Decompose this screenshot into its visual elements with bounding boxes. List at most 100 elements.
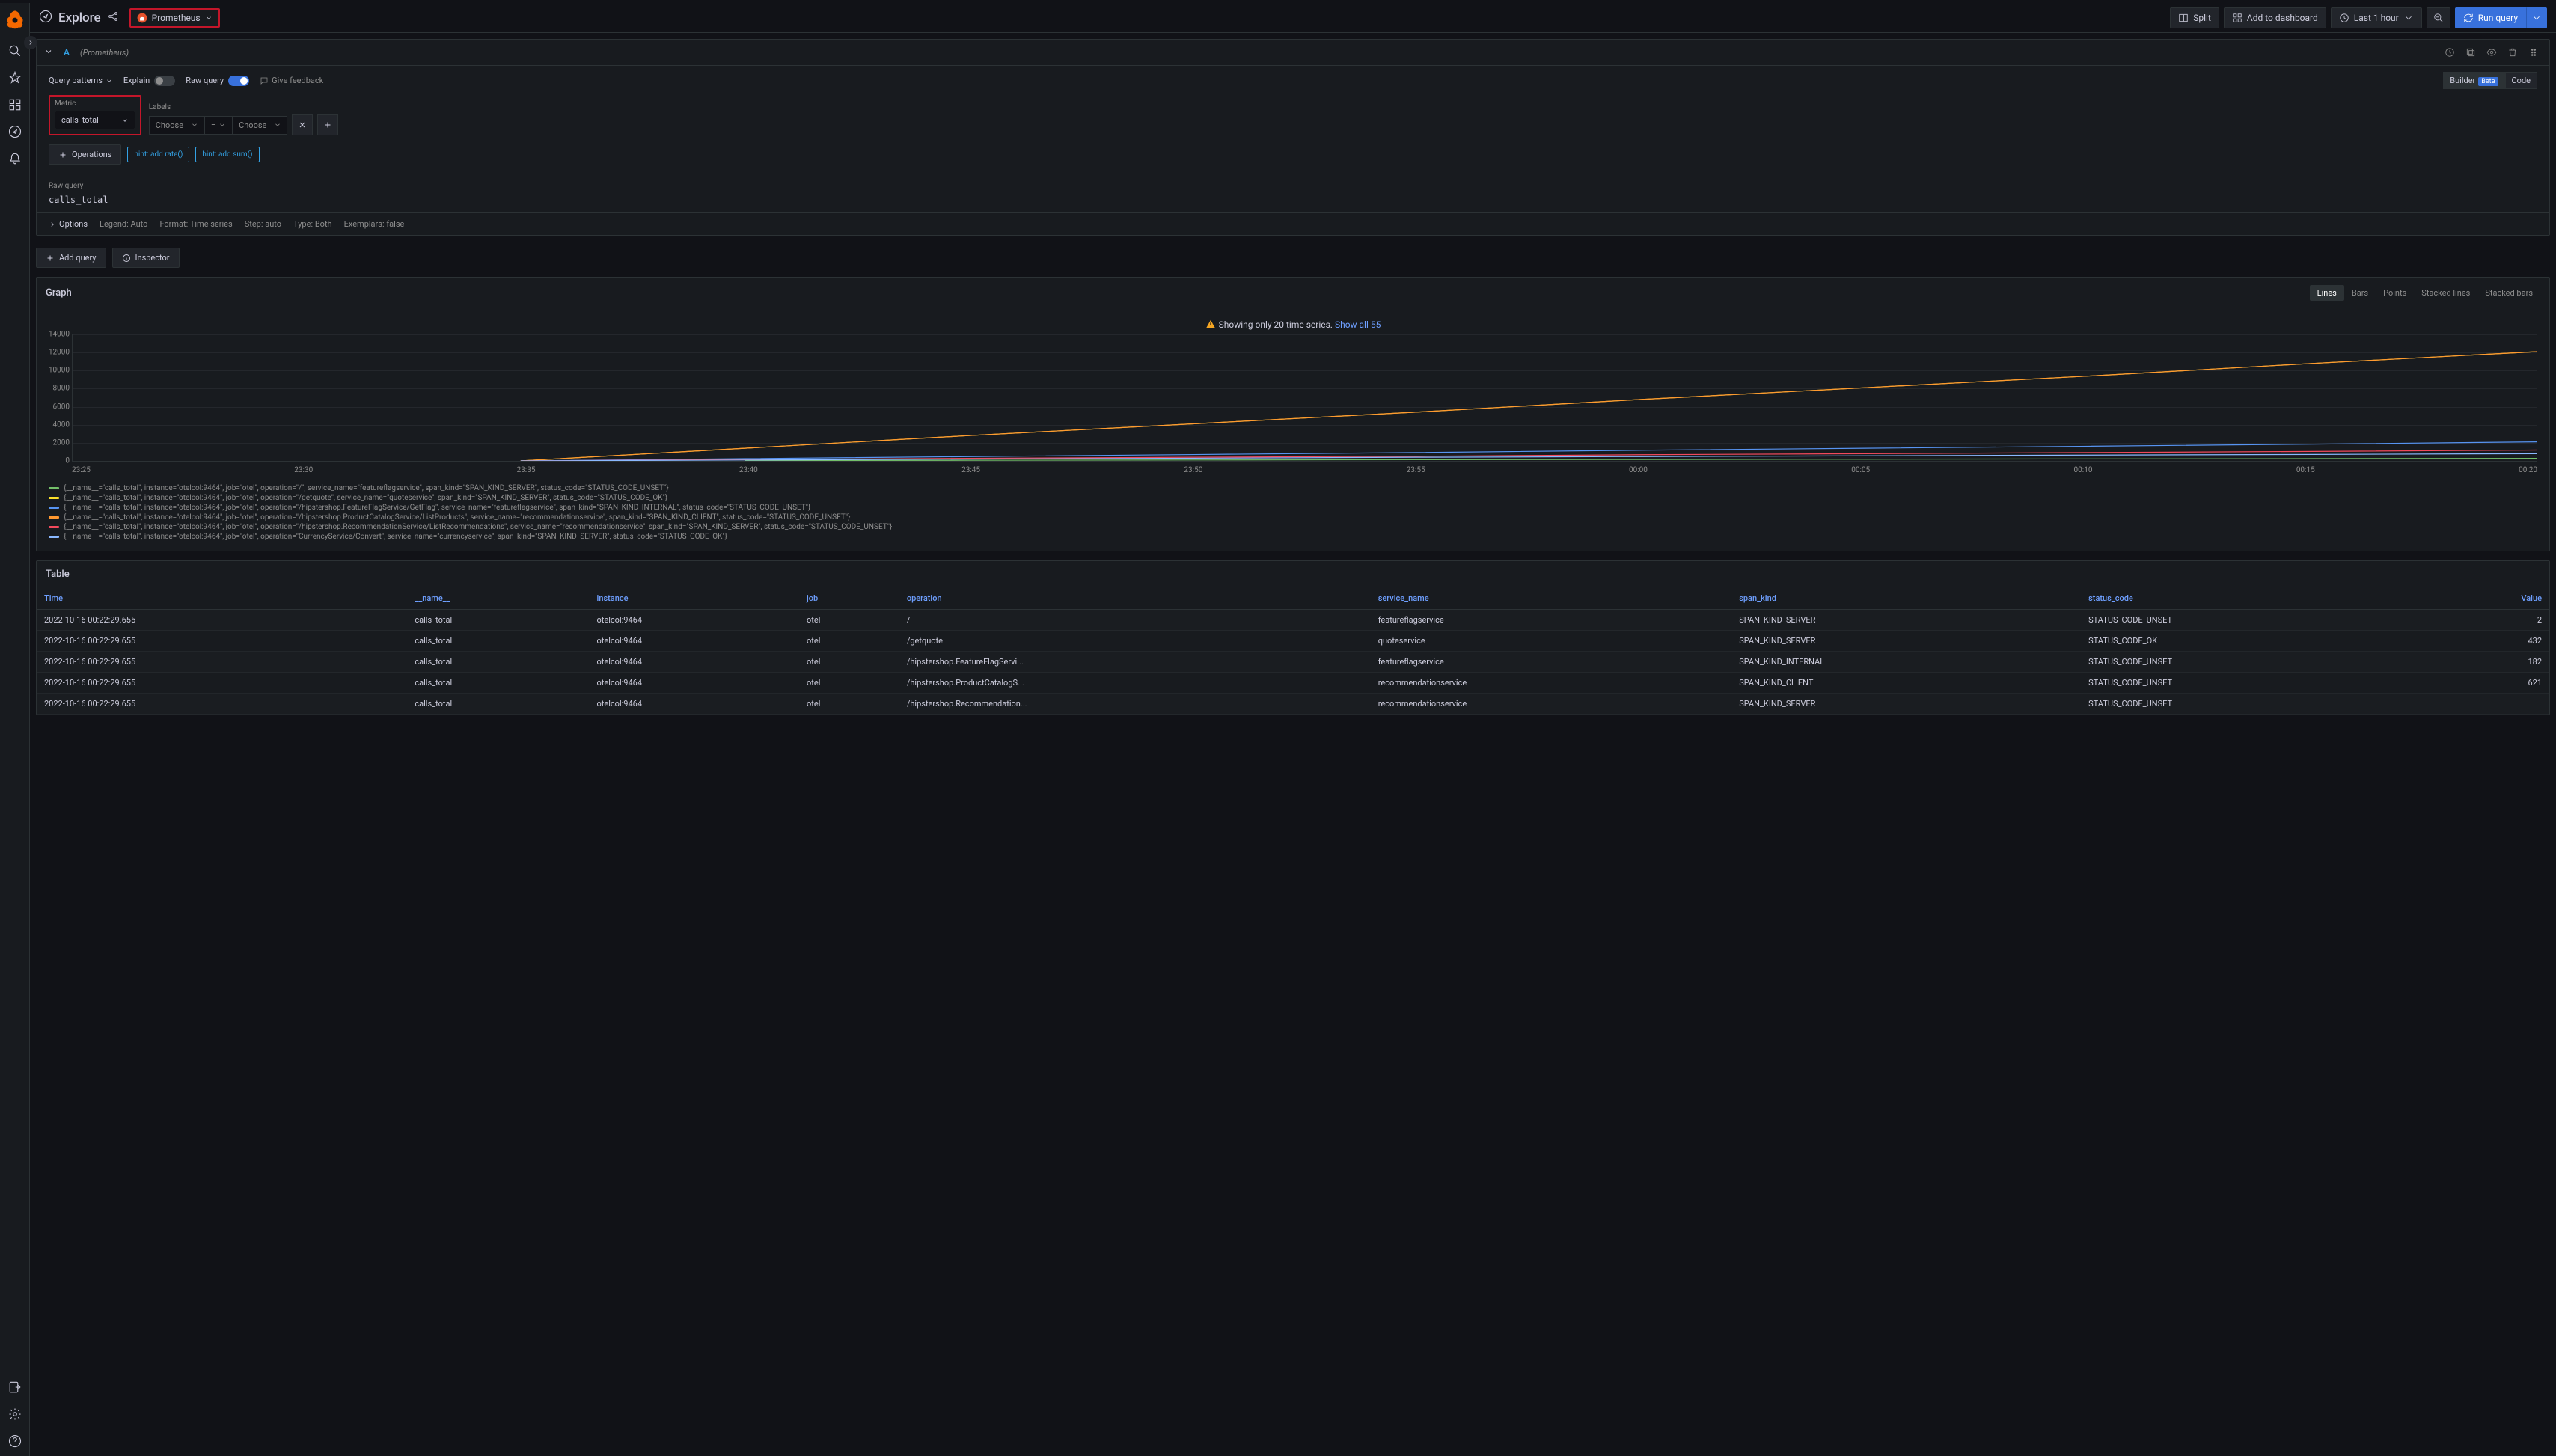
table-row[interactable]: 2022-10-16 00:22:29.655calls_totalotelco… <box>37 694 2549 715</box>
sidebar-search[interactable] <box>3 39 27 63</box>
table-title: Table <box>46 569 70 580</box>
table-cell: SPAN_KIND_SERVER <box>1731 694 2081 715</box>
table-cell: featureflagservice <box>1371 652 1731 673</box>
sidebar-starred[interactable] <box>3 66 27 90</box>
builder-mode-button[interactable]: BuilderBeta <box>2443 72 2504 89</box>
query-patterns-dropdown[interactable]: Query patterns <box>49 76 113 85</box>
legend-item[interactable]: {__name__="calls_total", instance="otelc… <box>49 513 2537 522</box>
table-cell: /hipstershop.Recommendation... <box>899 694 1371 715</box>
graph-mode-stacked-bars[interactable]: Stacked bars <box>2477 285 2540 301</box>
table-cell: otel <box>799 631 899 652</box>
sidebar-help[interactable] <box>3 1429 27 1453</box>
graph-mode-lines[interactable]: Lines <box>2310 285 2344 301</box>
run-query-button[interactable]: Run query <box>2455 7 2526 28</box>
table-row[interactable]: 2022-10-16 00:22:29.655calls_totalotelco… <box>37 673 2549 694</box>
give-feedback-link[interactable]: Give feedback <box>260 76 323 85</box>
label-name-select[interactable]: Choose <box>149 116 204 135</box>
table-header[interactable]: job <box>799 587 899 610</box>
table-cell: otelcol:9464 <box>590 610 800 631</box>
table-cell: SPAN_KIND_INTERNAL <box>1731 652 2081 673</box>
query-history-icon[interactable] <box>2442 44 2458 61</box>
label-add-button[interactable] <box>317 114 338 135</box>
table-header[interactable]: status_code <box>2081 587 2425 610</box>
sidebar-explore[interactable] <box>3 120 27 144</box>
x-tick: 00:15 <box>2296 466 2315 474</box>
add-to-dashboard-button[interactable]: Add to dashboard <box>2224 7 2326 28</box>
x-tick: 23:25 <box>72 466 91 474</box>
chevron-down-icon <box>106 77 113 85</box>
legend-item[interactable]: {__name__="calls_total", instance="otelc… <box>49 493 2537 503</box>
add-query-button[interactable]: Add query <box>36 248 106 268</box>
legend-item[interactable]: {__name__="calls_total", instance="otelc… <box>49 483 2537 493</box>
show-all-link[interactable]: Show all 55 <box>1335 319 1381 330</box>
table-row[interactable]: 2022-10-16 00:22:29.655calls_totalotelco… <box>37 631 2549 652</box>
raw-query-label: Raw query <box>186 76 224 85</box>
table-row[interactable]: 2022-10-16 00:22:29.655calls_totalotelco… <box>37 610 2549 631</box>
table-cell: otel <box>799 652 899 673</box>
hint-add-sum[interactable]: hint: add sum() <box>195 147 259 162</box>
legend-item[interactable]: {__name__="calls_total", instance="otelc… <box>49 522 2537 532</box>
x-tick: 00:10 <box>2074 466 2093 474</box>
graph-mode-stacked-lines[interactable]: Stacked lines <box>2414 285 2477 301</box>
graph-mode-points[interactable]: Points <box>2376 285 2414 301</box>
run-query-dropdown[interactable] <box>2526 7 2547 28</box>
table-cell: / <box>899 610 1371 631</box>
code-mode-button[interactable]: Code <box>2505 72 2537 89</box>
raw-query-section-label: Raw query <box>49 182 2537 190</box>
grafana-logo-icon[interactable] <box>4 9 25 30</box>
table-header[interactable]: Value <box>2425 587 2549 610</box>
legend-item[interactable]: {__name__="calls_total", instance="otelc… <box>49 503 2537 513</box>
query-drag-icon[interactable] <box>2525 44 2542 61</box>
split-button[interactable]: Split <box>2170 7 2219 28</box>
query-toggle-icon[interactable] <box>2483 44 2500 61</box>
time-range-picker[interactable]: Last 1 hour <box>2331 7 2422 28</box>
share-icon[interactable] <box>107 10 119 25</box>
label-operator-select[interactable]: = <box>204 116 232 135</box>
graph-mode-bars[interactable]: Bars <box>2344 285 2376 301</box>
split-icon <box>2178 13 2189 23</box>
sidebar-alerting[interactable] <box>3 147 27 171</box>
options-toggle[interactable]: Options <box>49 219 88 229</box>
sidebar-signin[interactable] <box>3 1375 27 1399</box>
x-tick: 23:45 <box>961 466 980 474</box>
chevron-down-icon <box>274 121 281 129</box>
plus-icon <box>58 150 67 159</box>
table-cell: featureflagservice <box>1371 610 1731 631</box>
metric-select[interactable]: calls_total <box>55 111 135 129</box>
label-value-select[interactable]: Choose <box>232 116 287 135</box>
chevron-down-icon <box>218 121 226 129</box>
table-header[interactable]: service_name <box>1371 587 1731 610</box>
chart-area[interactable]: 02000400060008000100001200014000 <box>72 334 2537 462</box>
table-header[interactable]: Time <box>37 587 407 610</box>
legend-swatch <box>49 507 59 509</box>
table-header[interactable]: instance <box>590 587 800 610</box>
sidebar-configuration[interactable] <box>3 1402 27 1426</box>
table-cell: 2022-10-16 00:22:29.655 <box>37 610 407 631</box>
hint-add-rate[interactable]: hint: add rate() <box>127 147 189 162</box>
legend-swatch <box>49 526 59 528</box>
label-remove-button[interactable] <box>292 114 313 135</box>
query-delete-icon[interactable] <box>2504 44 2521 61</box>
explain-toggle[interactable] <box>154 76 175 86</box>
table-cell: recommendationservice <box>1371 673 1731 694</box>
y-tick: 6000 <box>43 403 70 411</box>
raw-query-toggle[interactable] <box>228 76 249 86</box>
legend-item[interactable]: {__name__="calls_total", instance="otelc… <box>49 532 2537 542</box>
table-header[interactable]: operation <box>899 587 1371 610</box>
metric-picker-highlight: Metric calls_total <box>49 95 141 135</box>
table-header[interactable]: __name__ <box>407 587 589 610</box>
prometheus-icon <box>137 13 147 23</box>
clock-icon <box>2339 13 2349 23</box>
datasource-picker[interactable]: Prometheus <box>129 8 220 28</box>
table-row[interactable]: 2022-10-16 00:22:29.655calls_totalotelco… <box>37 652 2549 673</box>
table-header[interactable]: span_kind <box>1731 587 2081 610</box>
query-copy-icon[interactable] <box>2462 44 2479 61</box>
sidebar-dashboards[interactable] <box>3 93 27 117</box>
inspector-button[interactable]: Inspector <box>112 248 180 268</box>
zoom-out-button[interactable] <box>2427 7 2450 28</box>
operations-button[interactable]: Operations <box>49 144 121 165</box>
beta-badge: Beta <box>2478 77 2498 86</box>
collapse-query-icon[interactable] <box>44 47 53 58</box>
sidebar-expand-icon[interactable] <box>24 36 37 49</box>
chevron-down-icon <box>191 121 198 129</box>
